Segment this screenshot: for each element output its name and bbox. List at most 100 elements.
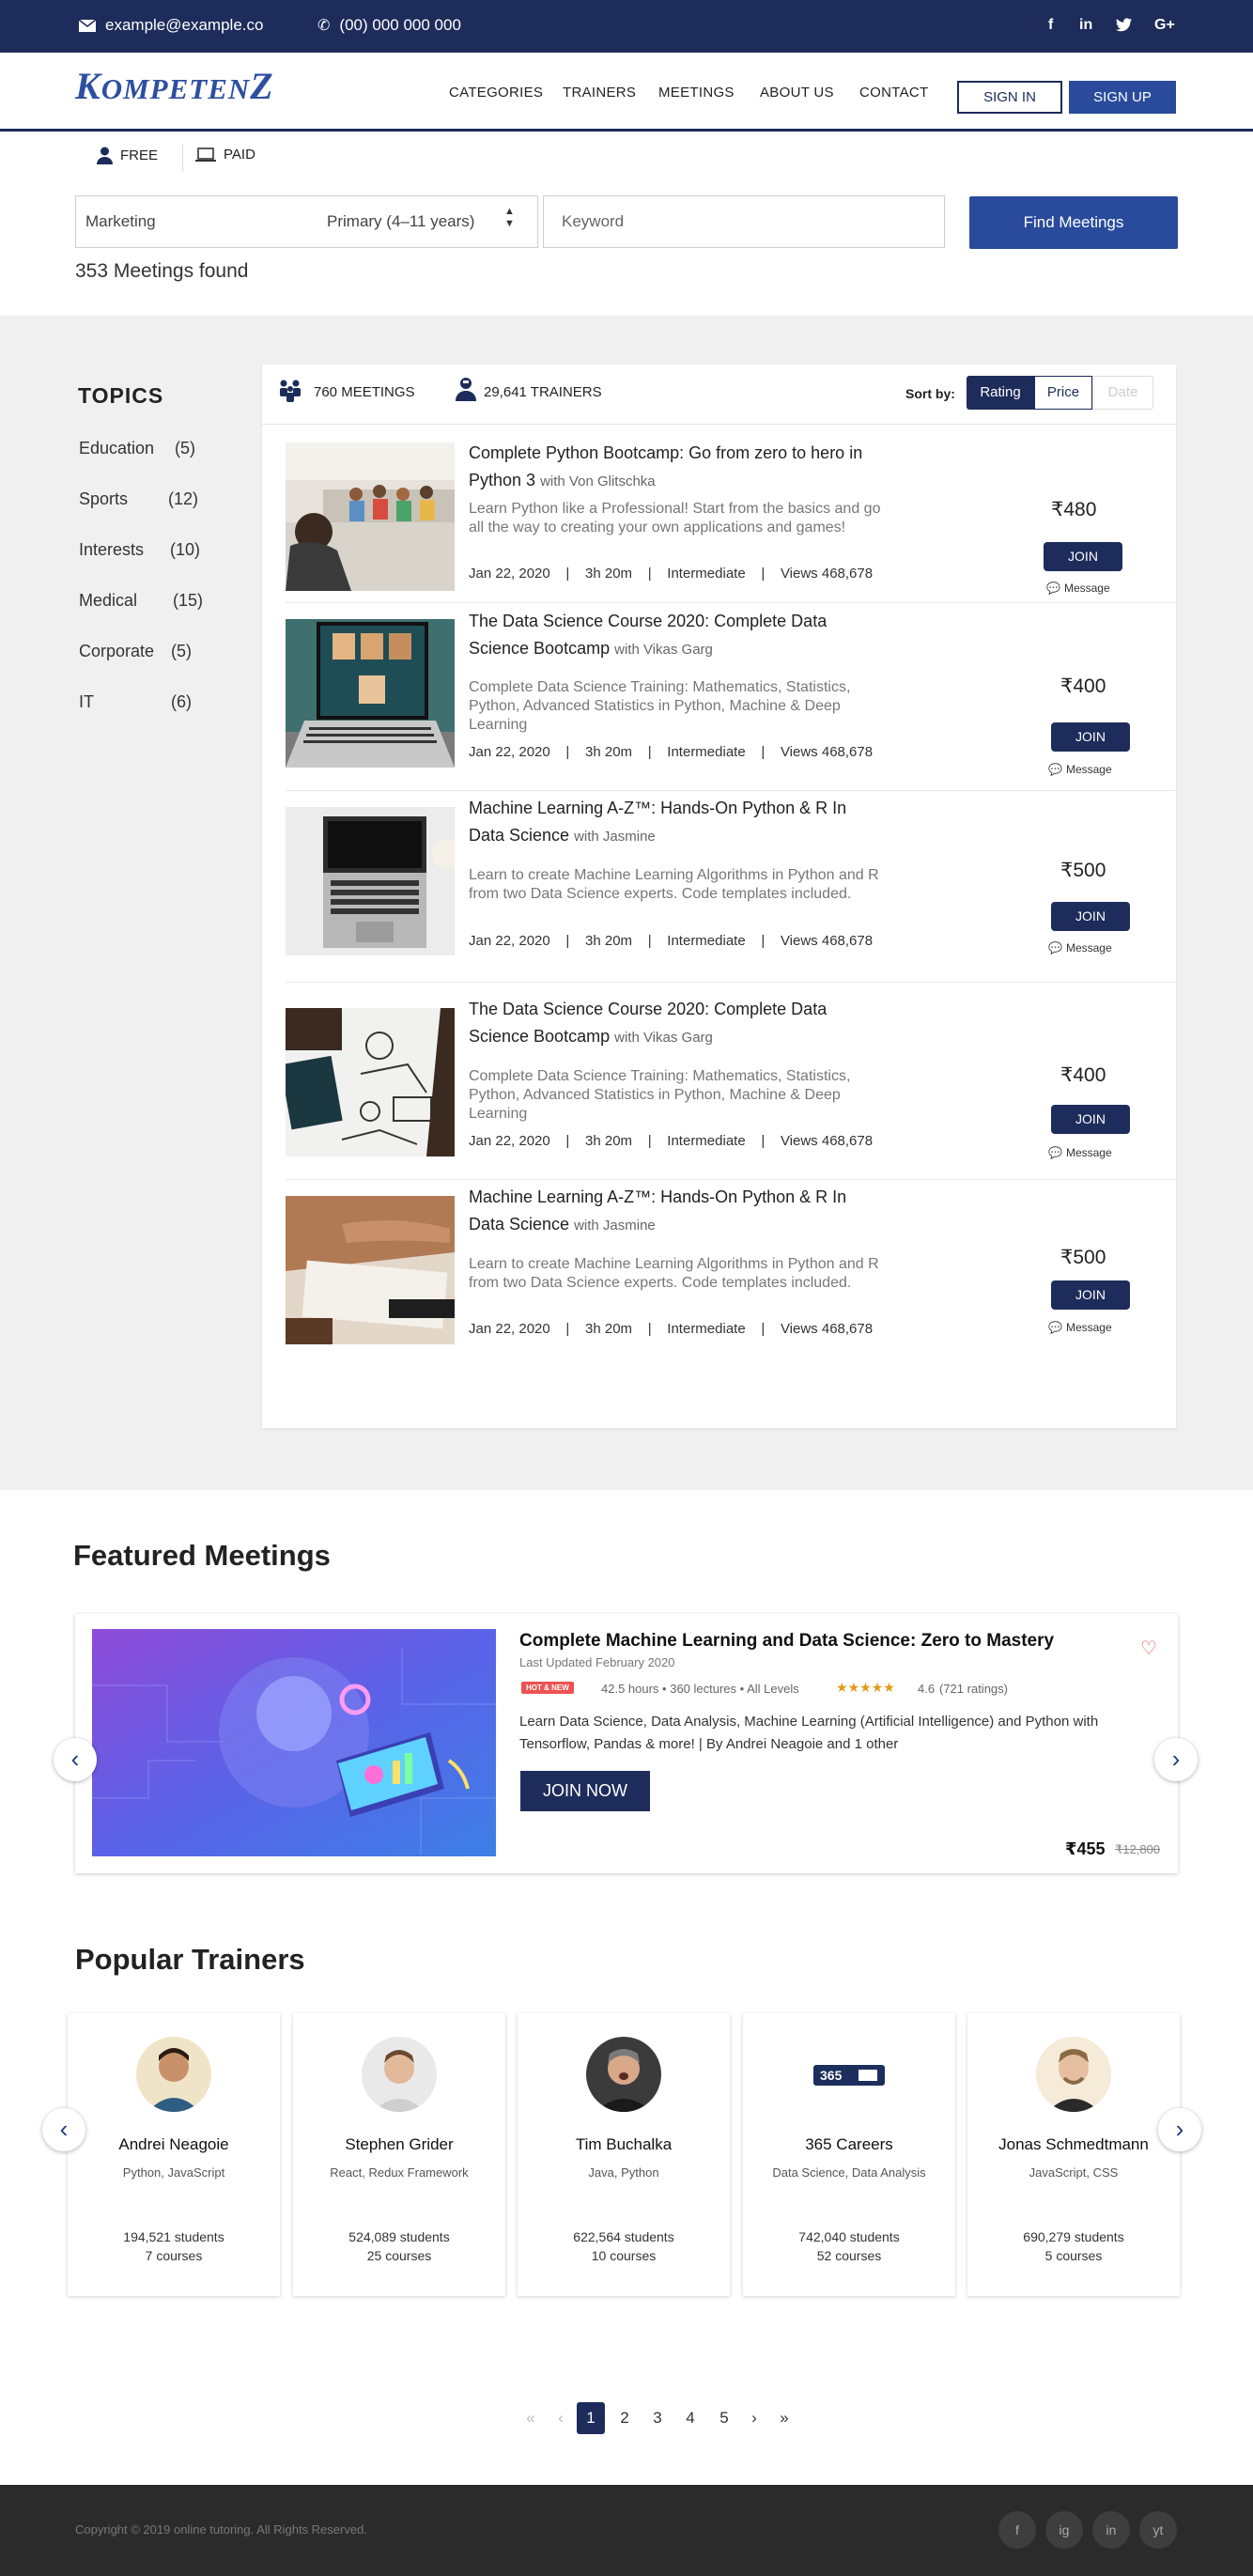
pagination-page-2[interactable]: 2	[611, 2402, 639, 2434]
course-description: Complete Data Science Training: Mathemat…	[469, 1068, 851, 1122]
course-title[interactable]: Complete Python Bootcamp: Go from zero t…	[469, 440, 882, 495]
featured-title[interactable]: Complete Machine Learning and Data Scien…	[519, 1631, 1054, 1652]
find-meetings-button[interactable]: Find Meetings	[969, 196, 1178, 249]
join-button[interactable]: JOIN	[1044, 542, 1122, 571]
facebook-icon[interactable]: f	[1048, 17, 1053, 34]
google-plus-icon[interactable]: G+	[1154, 17, 1175, 34]
pagination-page-4[interactable]: 4	[676, 2402, 704, 2434]
trainer-avatar[interactable]	[586, 2037, 661, 2112]
message-link[interactable]: 💬 Message	[1048, 1321, 1112, 1334]
join-button[interactable]: JOIN	[1051, 902, 1130, 931]
trainer-students: 622,564 students	[573, 2229, 674, 2244]
topic-medical[interactable]: Medical (15)	[79, 591, 203, 611]
logo-365-text: 365	[820, 2068, 843, 2083]
pagination-next[interactable]: ›	[740, 2402, 768, 2434]
trainer-avatar[interactable]	[1036, 2037, 1111, 2112]
featured-section-title: Featured Meetings	[73, 1539, 331, 1572]
footer-facebook-icon[interactable]: f	[998, 2511, 1036, 2549]
featured-price: ₹455	[1065, 1839, 1106, 1858]
course-thumbnail[interactable]	[286, 442, 455, 591]
contact-email[interactable]: example@example.co	[79, 16, 263, 35]
tab-free[interactable]: FREE	[97, 147, 158, 164]
footer-youtube-icon[interactable]: yt	[1139, 2511, 1177, 2549]
pagination-page-1[interactable]: 1	[577, 2402, 605, 2434]
trainer-card[interactable]: Stephen Grider React, Redux Framework 52…	[293, 2013, 505, 2296]
trainer-name[interactable]: Tim Buchalka	[518, 2135, 730, 2154]
nav-categories[interactable]: CATEGORIES	[449, 85, 543, 101]
join-button[interactable]: JOIN	[1051, 1280, 1130, 1310]
pagination-prev[interactable]: ‹	[547, 2402, 575, 2434]
message-link[interactable]: 💬 Message	[1048, 941, 1112, 954]
footer-linkedin-icon[interactable]: in	[1092, 2511, 1130, 2549]
course-thumbnail[interactable]	[286, 1196, 455, 1344]
join-button[interactable]: JOIN	[1051, 722, 1130, 752]
trainer-name[interactable]: Stephen Grider	[293, 2135, 505, 2154]
message-link[interactable]: 💬 Message	[1048, 1146, 1112, 1159]
course-title[interactable]: The Data Science Course 2020: Complete D…	[469, 608, 882, 663]
heart-icon[interactable]: ♡	[1140, 1637, 1157, 1660]
trainer-name[interactable]: Andrei Neagoie	[68, 2135, 280, 2154]
topic-interests[interactable]: Interests (10)	[79, 540, 200, 560]
nav-meetings[interactable]: MEETINGS	[658, 85, 735, 101]
pagination-first[interactable]: «	[517, 2402, 545, 2434]
course-thumbnail[interactable]	[286, 619, 455, 768]
pagination-page-5[interactable]: 5	[710, 2402, 738, 2434]
star-icon: ★	[871, 1680, 884, 1695]
sort-price-button[interactable]: Price	[1034, 376, 1092, 410]
pagination-page-3[interactable]: 3	[643, 2402, 672, 2434]
course-title[interactable]: Machine Learning A-Z™: Hands-On Python &…	[469, 1184, 882, 1239]
topic-label: Interests	[79, 540, 145, 559]
course-item[interactable]: The Data Science Course 2020: Complete D…	[286, 983, 1176, 1180]
join-button[interactable]: JOIN	[1051, 1105, 1130, 1134]
twitter-icon[interactable]	[1116, 18, 1133, 33]
course-item[interactable]: Machine Learning A-Z™: Hands-On Python &…	[286, 1180, 1176, 1368]
trainer-avatar[interactable]	[362, 2037, 437, 2112]
course-title[interactable]: Machine Learning A-Z™: Hands-On Python &…	[469, 795, 882, 850]
trainer-card[interactable]: 365 365 Careers Data Science, Data Analy…	[743, 2013, 955, 2296]
message-label: Message	[1065, 941, 1112, 954]
course-thumbnail[interactable]	[286, 1008, 455, 1156]
featured-card[interactable]: Complete Machine Learning and Data Scien…	[75, 1614, 1178, 1873]
course-item[interactable]: The Data Science Course 2020: Complete D…	[286, 603, 1176, 791]
nav-contact[interactable]: CONTACT	[859, 85, 928, 101]
trainers-next-arrow[interactable]: ›	[1158, 2108, 1201, 2151]
linkedin-icon[interactable]: in	[1079, 17, 1092, 34]
trainer-avatar[interactable]: 365	[812, 2037, 887, 2112]
topic-corporate[interactable]: Corporate (5)	[79, 642, 192, 661]
topic-it[interactable]: IT (6)	[79, 692, 192, 712]
featured-prev-arrow[interactable]: ‹	[54, 1738, 97, 1781]
tab-paid[interactable]: PAID	[195, 147, 255, 163]
topic-sports[interactable]: Sports (12)	[79, 489, 198, 509]
course-item[interactable]: Complete Python Bootcamp: Go from zero t…	[286, 425, 1176, 603]
trainer-card[interactable]: Andrei Neagoie Python, JavaScript 194,52…	[68, 2013, 280, 2296]
pagination-last[interactable]: »	[770, 2402, 798, 2434]
contact-phone[interactable]: ✆ (00) 000 000 000	[317, 16, 461, 35]
trainers-prev-arrow[interactable]: ‹	[42, 2108, 85, 2151]
sort-rating-button[interactable]: Rating	[967, 376, 1034, 410]
sort-date-button[interactable]: Date	[1092, 376, 1153, 410]
sign-in-button[interactable]: SIGN IN	[957, 81, 1062, 114]
course-thumbnail[interactable]	[286, 807, 455, 955]
trainer-name[interactable]: Jonas Schmedtmann	[967, 2135, 1180, 2154]
featured-next-arrow[interactable]: ›	[1154, 1738, 1198, 1781]
site-logo[interactable]: KOMPETENZ	[75, 64, 274, 108]
course-item[interactable]: Machine Learning A-Z™: Hands-On Python &…	[286, 791, 1176, 983]
nav-about[interactable]: ABOUT US	[760, 85, 834, 101]
message-link[interactable]: 💬 Message	[1048, 763, 1112, 776]
course-duration: 3h 20m	[585, 744, 633, 760]
topic-education[interactable]: Education (5)	[79, 439, 195, 458]
footer-instagram-icon[interactable]: ig	[1045, 2511, 1083, 2549]
keyword-input[interactable]: Keyword	[543, 195, 945, 248]
category-select[interactable]: Marketing Primary (4–11 years) ▲ ▼	[75, 195, 538, 248]
nav-trainers[interactable]: TRAINERS	[563, 85, 636, 101]
message-link[interactable]: 💬 Message	[1046, 582, 1110, 595]
trainer-name[interactable]: 365 Careers	[743, 2135, 955, 2154]
trainer-card[interactable]: Tim Buchalka Java, Python 622,564 studen…	[518, 2013, 730, 2296]
sign-up-button[interactable]: SIGN UP	[1069, 81, 1176, 114]
trainer-avatar[interactable]	[136, 2037, 211, 2112]
email-text: example@example.co	[105, 16, 264, 34]
course-title[interactable]: The Data Science Course 2020: Complete D…	[469, 996, 882, 1051]
join-now-button[interactable]: JOIN NOW	[520, 1771, 650, 1811]
trainer-card[interactable]: Jonas Schmedtmann JavaScript, CSS 690,27…	[967, 2013, 1180, 2296]
featured-image[interactable]	[92, 1629, 496, 1856]
